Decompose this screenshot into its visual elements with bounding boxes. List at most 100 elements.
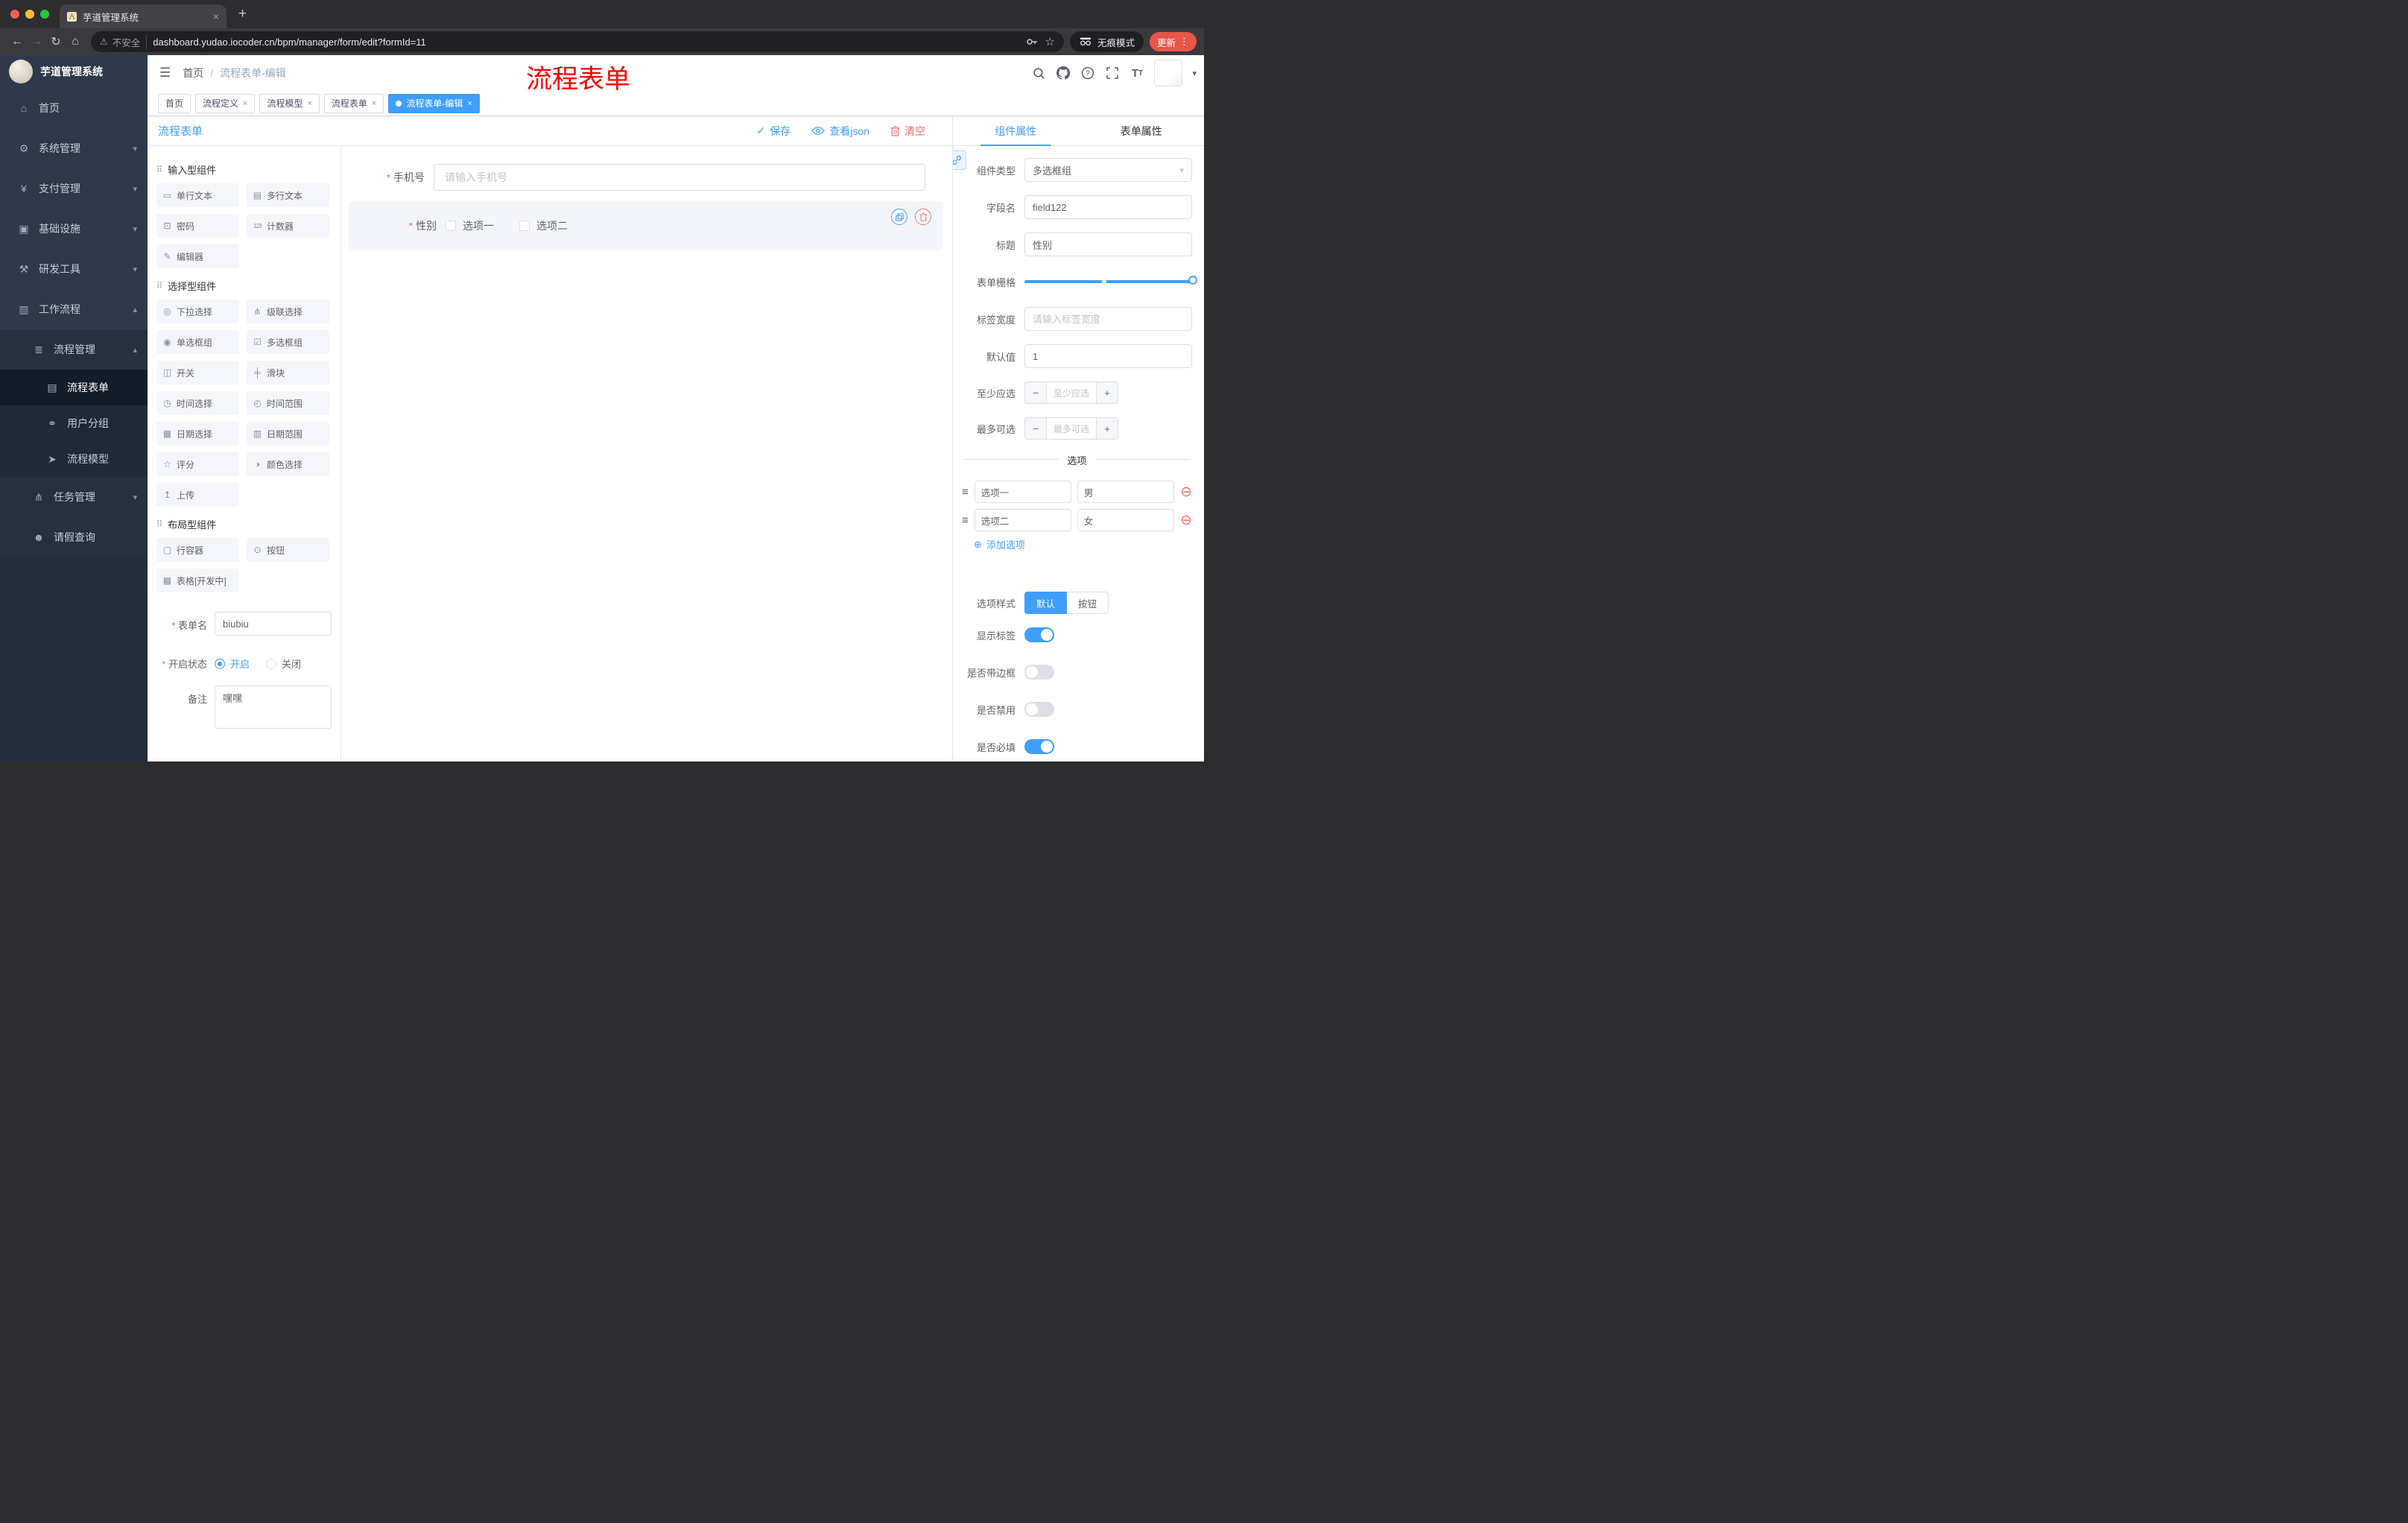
sidebar-item-infrastructure[interactable]: ▣ 基础设施 ▾ (0, 209, 148, 249)
sidebar-item-home[interactable]: ⌂ 首页 (0, 88, 148, 128)
minimize-window-button[interactable] (25, 10, 34, 19)
github-icon[interactable] (1056, 66, 1071, 80)
phone-input[interactable] (434, 164, 925, 191)
palette-item-checkbox-group[interactable]: ☑ 多选框组 (247, 330, 329, 354)
key-icon[interactable] (1026, 36, 1038, 48)
sidebar-item-devtools[interactable]: ⚒ 研发工具 ▾ (0, 249, 148, 289)
zoom-window-button[interactable] (40, 10, 49, 19)
tag-process-form[interactable]: 流程表单 × (323, 93, 384, 113)
palette-item-date-range[interactable]: ▥ 日期范围 (247, 422, 329, 446)
style-default-button[interactable]: 默认 (1024, 592, 1068, 614)
palette-item-table[interactable]: ▩ 表格[开发中] (156, 569, 239, 592)
clear-button[interactable]: 清空 (890, 124, 925, 139)
palette-item-select[interactable]: ◎ 下拉选择 (156, 300, 239, 323)
status-off-radio[interactable]: 关闭 (266, 656, 301, 671)
sidebar-item-workflow[interactable]: ▥ 工作流程 ▴ (0, 289, 148, 329)
drag-handle-icon[interactable]: ≡ (962, 486, 969, 498)
palette-item-rate[interactable]: ☆ 评分 (156, 452, 239, 476)
link-button[interactable] (953, 151, 966, 170)
option-label-input[interactable] (974, 509, 1071, 531)
close-icon[interactable]: × (467, 99, 472, 108)
help-icon[interactable]: ? (1080, 66, 1095, 80)
sidebar-item-process-form[interactable]: ▤ 流程表单 (0, 370, 148, 405)
close-window-button[interactable] (10, 10, 19, 19)
style-button-button[interactable]: 按钮 (1067, 592, 1109, 614)
palette-item-radio-group[interactable]: ◉ 单选框组 (156, 330, 239, 354)
close-icon[interactable]: × (213, 10, 219, 22)
palette-item-single-text[interactable]: ▭ 单行文本 (156, 183, 239, 207)
security-chip[interactable]: ⚠ 不安全 (100, 34, 148, 49)
max-select-value[interactable]: 最多可选 (1046, 418, 1097, 439)
bookmark-star-icon[interactable]: ☆ (1045, 35, 1055, 48)
palette-item-editor[interactable]: ✎ 编辑器 (156, 244, 239, 268)
close-icon[interactable]: × (307, 99, 311, 108)
sidebar-item-leave-query[interactable]: ☻ 请假查询 (0, 517, 148, 557)
option-label-input[interactable] (974, 481, 1071, 503)
title-input[interactable] (1024, 232, 1192, 256)
view-json-button[interactable]: 查看json (811, 124, 869, 139)
sidebar-item-process-management[interactable]: ≣ 流程管理 ▴ (0, 329, 148, 370)
palette-item-row-container[interactable]: ▢ 行容器 (156, 538, 239, 562)
tag-process-form-edit[interactable]: 流程表单-编辑 × (388, 93, 480, 113)
palette-item-time-range[interactable]: ◴ 时间范围 (247, 391, 329, 415)
palette-item-switch[interactable]: ◫ 开关 (156, 361, 239, 384)
palette-item-multi-text[interactable]: ▤ 多行文本 (247, 183, 329, 207)
save-button[interactable]: ✓ 保存 (757, 124, 791, 139)
field-name-input[interactable] (1024, 195, 1192, 219)
close-icon[interactable]: × (243, 99, 247, 108)
remove-option-icon[interactable]: ⊖ (1180, 513, 1192, 528)
add-option-button[interactable]: ⊕ 添加选项 (974, 537, 1192, 551)
plus-button[interactable]: + (1097, 382, 1118, 403)
grid-slider[interactable] (1024, 270, 1197, 294)
tab-form-props[interactable]: 表单属性 (1079, 116, 1205, 145)
chevron-down-icon[interactable]: ▾ (1192, 69, 1197, 78)
component-type-select[interactable]: 多选框组 ▾ (1024, 158, 1192, 182)
gender-option2-checkbox[interactable]: 选项二 (519, 218, 568, 233)
min-select-value[interactable]: 至少应选 (1046, 382, 1097, 403)
option-value-input[interactable] (1077, 509, 1175, 531)
palette-item-cascader[interactable]: ⋔ 级联选择 (247, 300, 329, 323)
home-icon[interactable]: ⌂ (66, 35, 85, 48)
show-label-switch[interactable] (1024, 627, 1054, 642)
sidebar-item-process-model[interactable]: ➤ 流程模型 (0, 441, 148, 477)
plus-button[interactable]: + (1097, 418, 1118, 439)
palette-item-date-picker[interactable]: ▦ 日期选择 (156, 422, 239, 446)
sidebar-item-task-management[interactable]: ⋔ 任务管理 ▾ (0, 477, 148, 517)
tag-home[interactable]: 首页 (158, 93, 191, 113)
palette-item-color-picker[interactable]: ◑ 颜色选择 (247, 452, 329, 476)
forward-icon[interactable]: → (27, 35, 46, 48)
tag-process-definition[interactable]: 流程定义 × (195, 93, 256, 113)
update-browser-button[interactable]: 更新 ⋮ (1149, 32, 1197, 51)
palette-item-time-picker[interactable]: ◷ 时间选择 (156, 391, 239, 415)
sidebar-item-user-group[interactable]: ⚭ 用户分组 (0, 405, 148, 441)
collapse-sidebar-icon[interactable]: ☰ (148, 66, 183, 80)
palette-item-counter[interactable]: 123 计数器 (247, 214, 329, 238)
palette-item-button[interactable]: ⊙ 按钮 (247, 538, 329, 562)
delete-component-button[interactable] (915, 209, 931, 225)
slider-handle[interactable] (1188, 276, 1197, 285)
tag-process-model[interactable]: 流程模型 × (259, 93, 320, 113)
copy-component-button[interactable] (891, 209, 907, 225)
palette-item-password[interactable]: ⊡ 密码 (156, 214, 239, 238)
font-size-icon[interactable]: TT (1129, 66, 1144, 80)
address-bar[interactable]: ⚠ 不安全 dashboard.yudao.iocoder.cn/bpm/man… (91, 31, 1064, 52)
avatar[interactable] (1154, 60, 1183, 86)
selected-component[interactable]: 性别 选项一 选项二 (349, 201, 943, 250)
palette-item-slider[interactable]: ╪ 滑块 (247, 361, 329, 384)
form-name-input[interactable] (215, 612, 332, 636)
gender-option1-checkbox[interactable]: 选项一 (446, 218, 494, 233)
close-icon[interactable]: × (372, 99, 376, 108)
status-on-radio[interactable]: 开启 (215, 656, 250, 671)
browser-menu-icon[interactable]: ⋮ (1179, 36, 1189, 48)
default-value-input[interactable] (1024, 344, 1192, 368)
remove-option-icon[interactable]: ⊖ (1180, 485, 1192, 499)
breadcrumb-home[interactable]: 首页 (183, 66, 203, 80)
label-width-input[interactable] (1024, 307, 1192, 331)
new-tab-button[interactable]: + (238, 6, 247, 22)
border-switch[interactable] (1024, 665, 1054, 680)
tab-component-props[interactable]: 组件属性 (953, 116, 1079, 146)
fullscreen-icon[interactable] (1105, 66, 1120, 80)
reload-icon[interactable]: ↻ (46, 34, 66, 49)
phone-field[interactable]: 手机号 (359, 164, 925, 191)
disabled-switch[interactable] (1024, 702, 1054, 717)
